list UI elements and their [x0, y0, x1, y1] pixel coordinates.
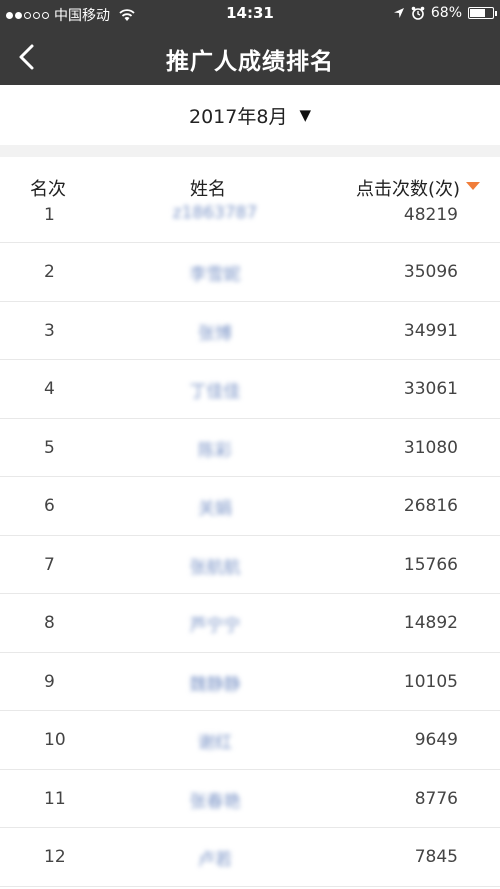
clicks-cell: 33061: [403, 379, 458, 399]
sort-descending-icon[interactable]: [466, 182, 480, 190]
clicks-cell: 8776: [414, 788, 458, 809]
table-row[interactable]: 12 卢若 7845: [0, 828, 500, 887]
clicks-cell: 9649: [414, 730, 458, 750]
table-row[interactable]: 11 张春艳 8776: [0, 769, 500, 828]
navigation-bar: 推广人成绩排名: [0, 28, 500, 85]
status-indicators: 68%: [393, 5, 497, 21]
name-cell: 张春艳: [189, 791, 241, 812]
rank-cell: 3: [44, 320, 55, 341]
section-divider: [0, 145, 500, 157]
column-header-clicks[interactable]: 点击次数(次): [356, 175, 460, 201]
month-selector[interactable]: 2017年8月 ▼: [0, 85, 500, 145]
battery-icon: [468, 7, 497, 19]
rank-cell: 6: [44, 496, 55, 516]
name-cell: 张博: [198, 323, 232, 344]
clicks-cell: 34991: [403, 320, 458, 341]
rank-cell: 8: [44, 613, 55, 633]
name-cell: 谢红: [198, 733, 232, 753]
page-title: 推广人成绩排名: [166, 49, 334, 75]
location-arrow-icon: [393, 8, 404, 18]
rank-cell: 2: [44, 262, 55, 282]
name-cell: 魏静静: [189, 674, 241, 695]
table-row[interactable]: 3 张博 34991: [0, 301, 500, 360]
name-cell: 陈彩: [198, 440, 232, 461]
name-cell: 张航航: [189, 557, 241, 578]
clicks-cell: 7845: [414, 847, 458, 867]
caret-down-icon: ▼: [299, 106, 311, 124]
month-label: 2017年8月: [189, 105, 288, 128]
clicks-cell: 48219: [403, 205, 458, 225]
clicks-cell: 14892: [403, 613, 458, 633]
table-row[interactable]: 5 陈彩 31080: [0, 418, 500, 477]
table-row[interactable]: 9 魏静静 10105: [0, 652, 500, 711]
column-header-rank: 名次: [30, 179, 66, 200]
rank-cell: 1: [44, 205, 55, 225]
name-cell: z1863787: [172, 203, 258, 223]
table-row[interactable]: 2 李雪妮 35096: [0, 243, 500, 302]
rank-cell: 11: [44, 788, 66, 809]
clicks-cell: 31080: [403, 437, 458, 458]
clicks-cell: 26816: [403, 496, 458, 516]
clicks-cell: 35096: [403, 262, 458, 282]
column-header-name: 姓名: [190, 179, 226, 200]
name-cell: 卢若: [198, 850, 232, 870]
rank-cell: 10: [44, 730, 66, 750]
table-row[interactable]: 10 谢红 9649: [0, 711, 500, 770]
table-row[interactable]: 6 关娟 26816: [0, 477, 500, 536]
name-cell: 李雪妮: [189, 265, 241, 285]
status-bar: 中国移动 14:31 68%: [0, 0, 500, 28]
rank-cell: 12: [44, 847, 66, 867]
ranking-list: 1 z1863787 48219 2 李雪妮 35096 3 张博 34991 4 丁佳佳 33061…: [0, 200, 500, 887]
table-row[interactable]: 4 丁佳佳 33061: [0, 360, 500, 419]
battery-percent: 68%: [430, 5, 462, 21]
alarm-clock-icon: [411, 6, 425, 20]
table-row[interactable]: 8 芦宁宁 14892: [0, 594, 500, 653]
name-cell: 关娟: [198, 499, 232, 519]
clicks-cell: 10105: [403, 671, 458, 692]
name-cell: 丁佳佳: [189, 382, 241, 402]
clicks-cell: 15766: [403, 554, 458, 575]
name-cell: 芦宁宁: [189, 616, 241, 636]
rank-cell: 9: [44, 671, 55, 692]
table-row[interactable]: 1 z1863787 48219: [0, 200, 500, 243]
rank-cell: 4: [44, 379, 55, 399]
rank-cell: 5: [44, 437, 55, 458]
rank-cell: 7: [44, 554, 55, 575]
table-row[interactable]: 7 张航航 15766: [0, 535, 500, 594]
